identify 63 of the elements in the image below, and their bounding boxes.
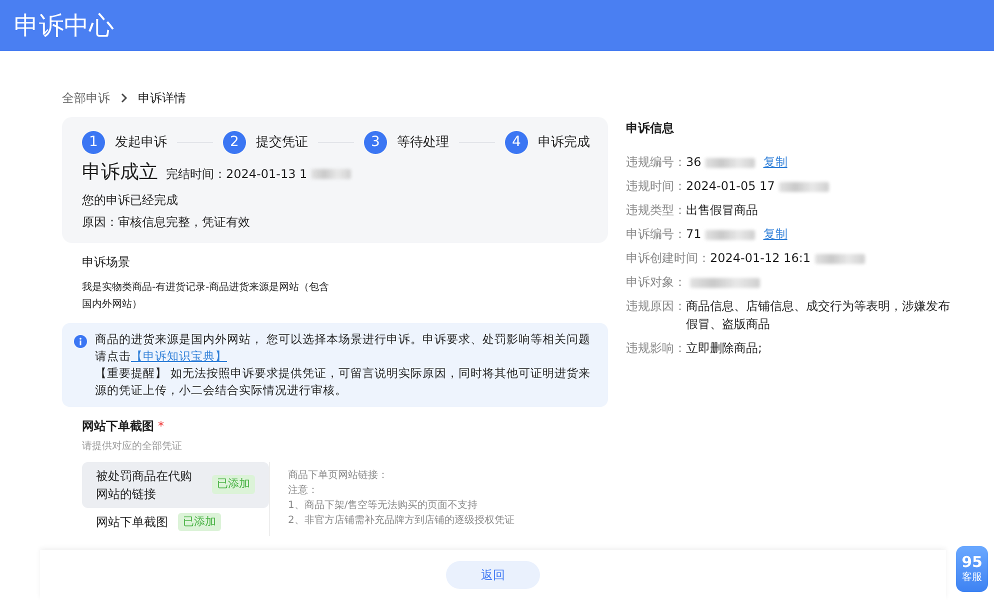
field-label: 申诉创建时间： — [626, 250, 710, 267]
result-reason: 原因：审核信息完整，凭证有效 — [82, 214, 251, 230]
result-title: 申诉成立 — [82, 160, 158, 185]
breadcrumb-current: 申诉详情 — [138, 90, 186, 107]
detail-line: 商品下单页网站链接： — [288, 468, 389, 482]
breadcrumb-link[interactable]: 全部申诉 — [62, 89, 110, 107]
customer-service-button[interactable]: 95 客服 — [956, 546, 988, 592]
field-value: 商品信息、店铺信息、成交行为等表明，涉嫌发布假冒、盗版商品 — [686, 299, 950, 331]
field-value: 71 — [686, 227, 702, 241]
field-value: 出售假冒商品 — [686, 203, 758, 217]
evidence-item[interactable]: 被处罚商品在代购网站的链接 已添加 — [82, 462, 269, 508]
copy-link[interactable]: 复制 — [763, 227, 788, 241]
back-button[interactable]: 返回 — [446, 561, 540, 589]
result-message: 您的申诉已经完成 — [82, 192, 179, 208]
section-title: 申诉场景 — [82, 254, 131, 270]
status-tag: 已添加 — [212, 475, 255, 494]
redaction-blur — [705, 158, 756, 168]
field-label: 违规时间： — [626, 178, 686, 195]
step-label: 提交凭证 — [256, 134, 308, 152]
redaction-blur — [778, 182, 829, 192]
field-value: 36 — [686, 155, 702, 169]
scene-text: 我是实物类商品-有进货记录-商品进货来源是网站（包含国内外网站） — [82, 280, 330, 312]
status-tag: 已添加 — [178, 512, 221, 531]
field-label: 违规影响： — [626, 340, 686, 357]
field-label: 申诉编号： — [626, 226, 686, 243]
page-title: 申诉中心 — [14, 10, 114, 42]
field-label: 违规类型： — [626, 202, 686, 219]
field-value: 立即删除商品; — [686, 341, 762, 355]
step-number: 2 — [223, 131, 246, 154]
step-label: 等待处理 — [397, 134, 449, 152]
field-label: 申诉对象： — [626, 274, 686, 291]
required-mark: * — [158, 418, 164, 434]
field-value: 2024-01-05 17 — [686, 179, 775, 193]
hint-text: 请提供对应的全部凭证 — [82, 440, 183, 454]
chevron-icon — [120, 93, 128, 103]
field-label: 违规原因： — [626, 298, 686, 315]
reminder-text: 【重要提醒】 如无法按照申诉要求提供凭证，可留言说明实际原因，同时将其他可证明进货来源的凭证上传，小二会结合实际情况进行审核。 — [95, 364, 592, 398]
copy-link[interactable]: 复制 — [763, 155, 788, 169]
step-number: 3 — [364, 131, 387, 154]
knowledge-link[interactable]: 【申诉知识宝典】 — [131, 348, 227, 362]
field-label: 违规编号： — [626, 154, 686, 171]
field-value: 2024-01-12 16:1 — [710, 251, 810, 265]
completion-time: 2024-01-13 1 — [226, 166, 308, 182]
evidence-item[interactable]: 网站下单截图 已添加 — [82, 508, 269, 536]
detail-line: 注意： — [288, 484, 319, 498]
info-title: 申诉信息 — [626, 120, 675, 137]
notice-text: 商品的进货来源是国内外网站， 您可以选择本场景进行申诉。申诉要求、处罚影响等相关问题请点击【申诉知识宝典】 — [95, 330, 592, 364]
detail-line: 2、非官方店铺需补充品牌方到店铺的逐级授权凭证 — [288, 514, 514, 528]
step-number: 1 — [82, 131, 105, 154]
service-number: 95 — [962, 554, 982, 570]
detail-line: 1、商品下架/售空等无法购买的页面不支持 — [288, 498, 479, 512]
info-icon — [74, 334, 87, 348]
item-label: 被处罚商品在代购网站的链接 — [96, 468, 193, 502]
service-label: 客服 — [962, 570, 982, 584]
step-number: 4 — [505, 131, 528, 154]
redaction-blur — [690, 278, 760, 288]
item-label: 网站下单截图 — [96, 514, 168, 531]
redaction-blur — [814, 254, 864, 264]
step-label: 发起申诉 — [115, 134, 167, 152]
step-label: 申诉完成 — [538, 134, 590, 152]
completion-time-label: 完结时间： — [166, 166, 226, 182]
evidence-title: 网站下单截图 — [82, 418, 154, 434]
redaction-blur — [705, 230, 756, 240]
